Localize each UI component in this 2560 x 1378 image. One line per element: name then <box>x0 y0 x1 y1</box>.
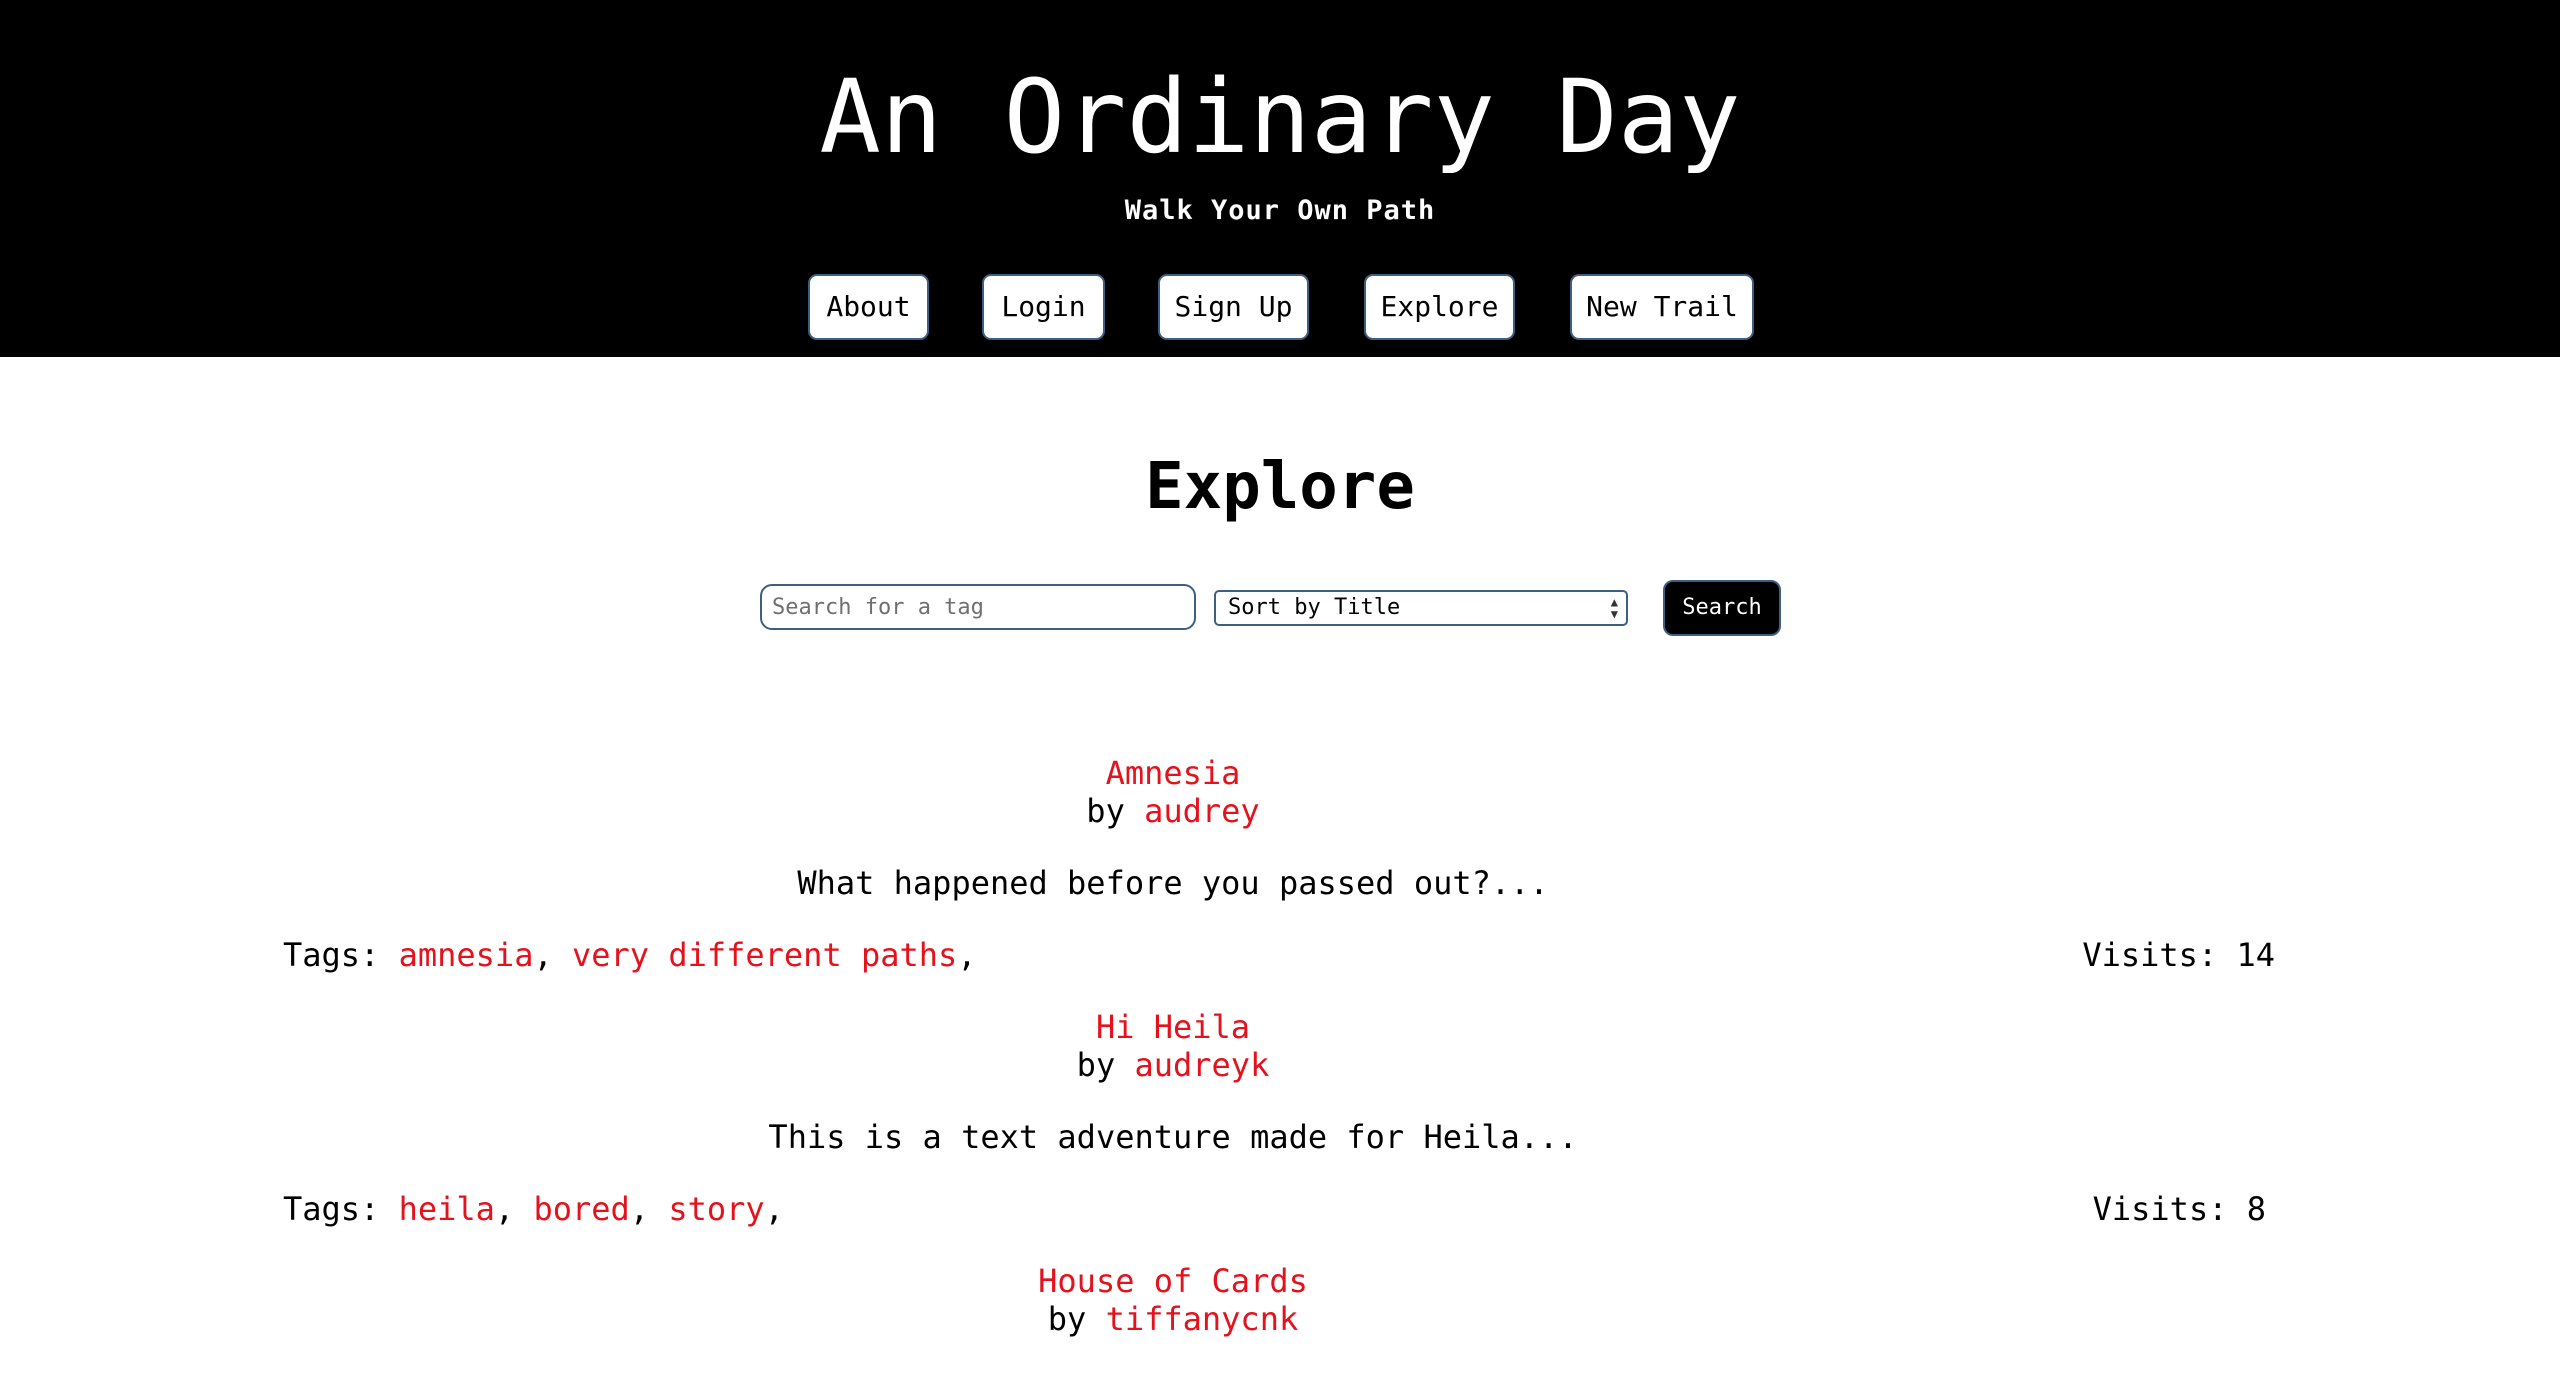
tag-search-input[interactable] <box>760 584 1196 630</box>
visits-label: Visits: <box>2082 936 2218 974</box>
by-label: by <box>1076 1046 1116 1084</box>
trail-description: This is a text adventure made for Heila.… <box>768 1118 1578 1156</box>
trail-author-link[interactable]: audrey <box>1144 792 1260 830</box>
trail-author-link[interactable]: audreyk <box>1134 1046 1269 1084</box>
search-button[interactable]: Search <box>1663 580 1781 636</box>
trail-title-row: Amnesia <box>0 753 2346 793</box>
sort-select-value: Sort by Title <box>1228 595 1401 620</box>
trail-author-row: by tiffanycnk <box>0 1299 2346 1339</box>
nav-new-trail-button[interactable]: New Trail <box>1570 274 1754 340</box>
trail-visits: Visits: 8 <box>2093 1189 2266 1229</box>
nav-about-button[interactable]: About <box>808 274 929 340</box>
by-label: by <box>1047 1300 1087 1338</box>
page-title: Explore <box>1145 450 1415 524</box>
trail-title-row: Hi Heila <box>0 1007 2346 1047</box>
trail-title-row: House of Cards <box>0 1261 2346 1301</box>
trail-author-row: by audreyk <box>0 1045 2346 1085</box>
nav-login-button[interactable]: Login <box>982 274 1105 340</box>
select-arrows-icon: ▲ ▼ <box>1610 595 1618 621</box>
nav-explore-button[interactable]: Explore <box>1364 274 1515 340</box>
tag-link[interactable]: bored <box>533 1190 629 1228</box>
visits-count: 14 <box>2236 936 2275 974</box>
trail-visits: Visits: 14 <box>2082 935 2275 975</box>
by-label: by <box>1086 792 1125 830</box>
tag-link[interactable]: story <box>668 1190 764 1228</box>
visits-label: Visits: <box>2092 1190 2228 1228</box>
trail-description: What happened before you passed out?... <box>797 864 1549 902</box>
trail-tags-row: Tags: heila, bored, story, <box>283 1190 784 1228</box>
nav-signup-button[interactable]: Sign Up <box>1158 274 1309 340</box>
visits-count: 8 <box>2246 1190 2266 1228</box>
trail-title-link[interactable]: Amnesia <box>1106 754 1241 792</box>
trail-author-link[interactable]: tiffanycnk <box>1106 1300 1299 1338</box>
tags-label: Tags: <box>283 1190 380 1228</box>
tag-link[interactable]: amnesia <box>399 936 534 974</box>
sort-select[interactable]: Sort by Title ▲ ▼ <box>1214 590 1628 626</box>
trail-title-link[interactable]: Hi Heila <box>1096 1008 1250 1046</box>
trail-tags-row: Tags: amnesia, very different paths, <box>283 936 977 974</box>
site-tagline: Walk Your Own Path <box>1124 195 1436 226</box>
trail-title-link[interactable]: House of Cards <box>1038 1262 1308 1300</box>
tag-link[interactable]: heila <box>399 1190 495 1228</box>
site-header: An Ordinary Day Walk Your Own Path About… <box>0 0 2560 357</box>
trail-author-row: by audrey <box>0 791 2346 831</box>
tag-link[interactable]: very different paths <box>572 936 957 974</box>
site-title: An Ordinary Day <box>819 58 1741 177</box>
tags-label: Tags: <box>283 936 380 974</box>
